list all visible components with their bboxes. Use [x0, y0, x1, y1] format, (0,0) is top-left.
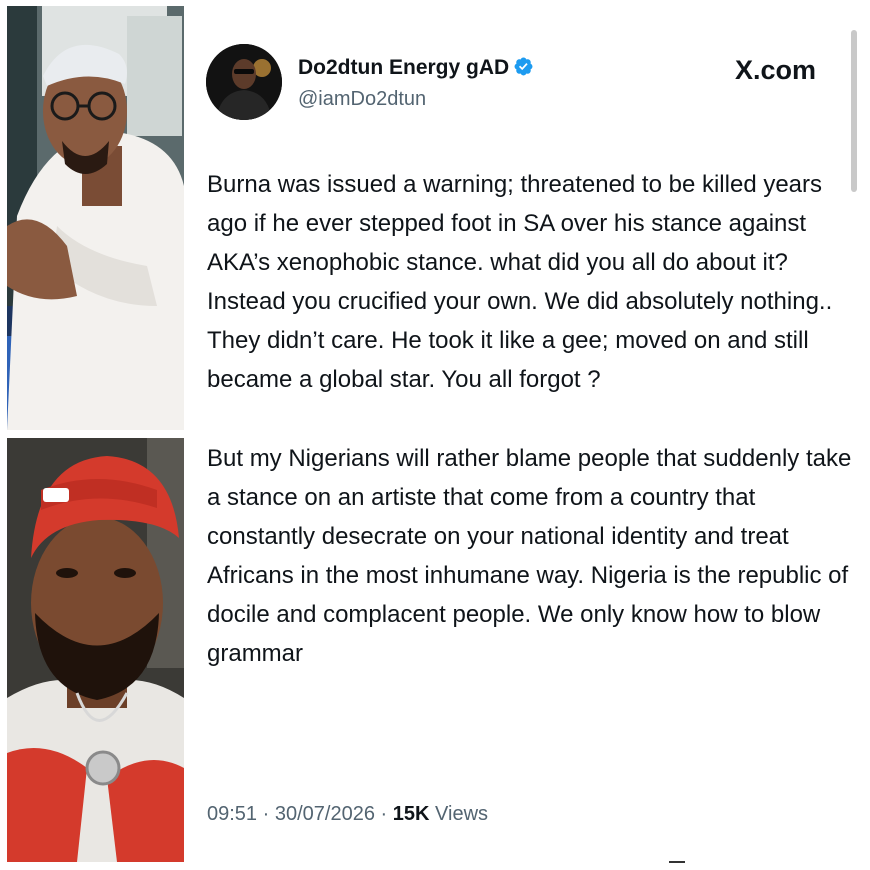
author-handle[interactable]: @iamDo2dtun: [298, 88, 426, 111]
tweet-paragraph: But my Nigerians will rather blame peopl…: [207, 445, 852, 667]
views-label: Views: [435, 803, 489, 825]
verified-badge-icon: [514, 57, 533, 76]
author-name-text: Do2dtun Energy gAD: [298, 56, 510, 79]
meta-separator: ·: [380, 803, 388, 825]
tweet-time[interactable]: 09:51: [207, 803, 257, 825]
divider-dash: [669, 861, 685, 863]
tweet-meta: 09:51 · 30/07/2026 · 15K Views: [207, 803, 488, 826]
author-avatar[interactable]: [206, 44, 282, 120]
photo-man-glasses: [7, 6, 184, 430]
meta-separator: ·: [262, 803, 270, 825]
platform-logo: X.com: [735, 55, 817, 85]
photo-man-red-cap: [7, 438, 184, 862]
tweet-body: Burna was issued a warning; threatened t…: [207, 165, 857, 673]
views-count: 15K: [392, 803, 430, 825]
tweet-paragraph: Burna was issued a warning; threatened t…: [207, 171, 833, 393]
author-name[interactable]: Do2dtun Energy gAD: [298, 56, 534, 80]
tweet-date[interactable]: 30/07/2026: [275, 803, 375, 825]
